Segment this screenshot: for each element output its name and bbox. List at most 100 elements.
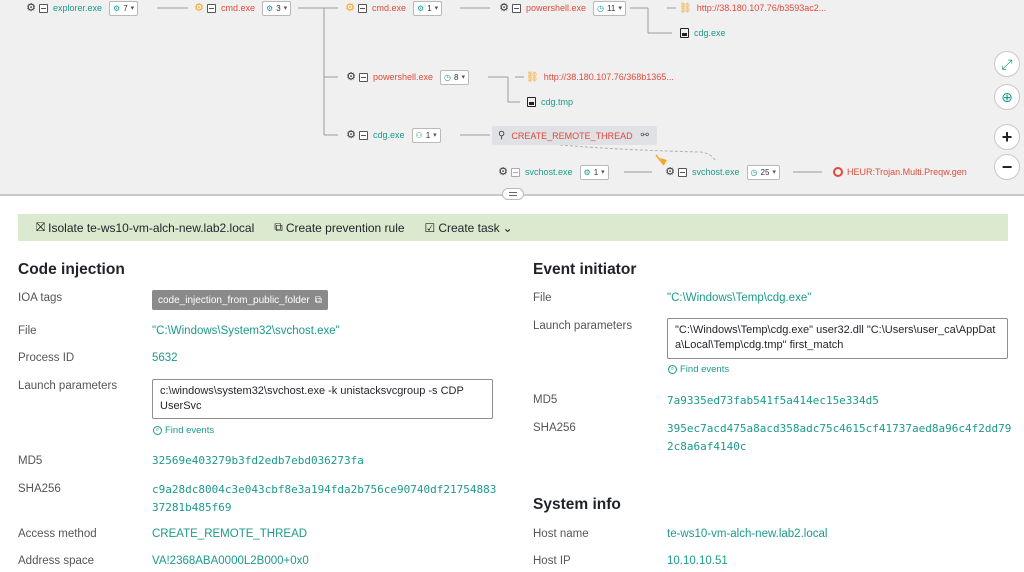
clock-icon: ◷ [750,167,758,177]
initiator-md5-value[interactable]: 7a9335ed73fab541f5a414ec15e334d5 [667,392,879,410]
chevron-down-icon: ▾ [433,132,437,139]
host-name-label: Host name [533,528,589,540]
file-label: File [18,325,37,337]
zoom-out-button[interactable]: − [994,154,1020,180]
host-ip-value[interactable]: 10.10.10.51 [667,555,728,567]
link-icon[interactable]: ⚯ [641,130,649,141]
initiator-sha256-value[interactable]: 395ec7acd475a8acd358adc75c4615cf41737aed… [667,420,1012,456]
sha256-label: SHA256 [18,483,61,495]
initiator-launch-box[interactable]: "C:\Windows\Temp\cdg.exe" user32.dll "C:… [667,318,1008,359]
node-cmd-2[interactable]: ⚙ cmd.exe ⚙ 1 ▾ [344,0,443,16]
zoom-in-button[interactable]: + [994,124,1020,150]
collapse-icon[interactable] [511,167,520,177]
collapse-icon[interactable] [39,3,48,13]
collapse-icon[interactable] [358,3,367,13]
gear-icon: ⚙ [266,3,274,13]
node-url-1[interactable]: ⛓ http://38.180.107.76/b3593ac2... [679,0,826,16]
child-count-select[interactable]: ◷ 8 ▾ [440,69,469,85]
gear-icon: ⚙ [26,1,36,14]
section-title-event-initiator: Event initiator [533,261,637,278]
chevron-down-icon: ▾ [130,5,135,12]
ioa-tag[interactable]: code_injection_from_public_folder ⧉ [152,290,328,310]
gear-icon: ⚙ [346,128,356,141]
node-detection[interactable]: HEUR:Trojan.Multi.Preqw.gen [833,164,967,180]
hierarchy-icon: ⚇ [415,130,423,140]
create-task-button[interactable]: ☑ Create task ⌄ [425,221,513,235]
action-toolbar: ⛝ Isolate te-ws10-vm-alch-new.lab2.local… [18,214,1008,241]
isolate-button[interactable]: ⛝ Isolate te-ws10-vm-alch-new.lab2.local [36,220,254,235]
node-name[interactable]: cdg.exe [694,28,726,38]
external-link-icon: ⧉ [314,294,322,306]
child-count-select[interactable]: ⚙ 1 ▾ [579,164,609,180]
zoom-in-icon: + [1001,126,1013,147]
host-name-value[interactable]: te-ws10-vm-alch-new.lab2.local [667,528,827,540]
event-label[interactable]: CREATE_REMOTE_THREAD [511,131,632,141]
access-method-value[interactable]: CREATE_REMOTE_THREAD [152,528,307,540]
node-powershell-2[interactable]: ⚙ powershell.exe ◷ 8 ▾ [345,69,469,85]
node-name[interactable]: svchost.exe [692,167,740,177]
initiator-file-value[interactable]: "C:\Windows\Temp\cdg.exe" [667,292,811,304]
md5-value[interactable]: 32569e403279b3fd2edb7ebd036273fa [152,452,364,470]
node-url-2[interactable]: ⛓ http://38.180.107.76/368b1365... [526,69,674,85]
child-count-select[interactable]: ⚙ 3 ▾ [262,0,292,16]
find-events-link[interactable]: ⌕ Find events [153,425,214,436]
section-title-code-injection: Code injection [18,261,125,278]
collapse-icon[interactable] [207,3,216,13]
node-svchost-1[interactable]: ⚙ svchost.exe ⚙ 1 ▾ [497,164,609,180]
sha256-value[interactable]: c9a28dc8004c3e043cbf8e3a194fda2b756ce907… [152,481,497,517]
center-view-button[interactable]: ⊕ [994,84,1020,110]
node-powershell-1[interactable]: ⚙ powershell.exe ◷ 11 ▾ [498,0,626,16]
node-name[interactable]: explorer.exe [53,3,102,13]
process-id-label: Process ID [18,352,75,364]
collapse-icon[interactable] [512,3,521,13]
node-url[interactable]: http://38.180.107.76/368b1365... [544,72,674,82]
gear-icon: ⚙ [346,70,356,83]
section-title-system-info: System info [533,496,621,513]
child-count-select[interactable]: ⚇ 1 ▾ [411,127,441,143]
detection-label[interactable]: HEUR:Trojan.Multi.Preqw.gen [847,167,967,177]
child-count: 3 [276,3,281,13]
launch-params-box[interactable]: c:\windows\system32\svchost.exe -k unist… [152,379,493,419]
node-name[interactable]: svchost.exe [525,167,573,177]
node-cmd-1[interactable]: ⚙ cmd.exe ⚙ 3 ▾ [193,0,292,16]
node-name[interactable]: cmd.exe [221,3,255,13]
node-name[interactable]: cdg.tmp [541,97,573,107]
child-count-select[interactable]: ⚙ 7 ▾ [109,0,139,16]
gear-icon: ⚙ [417,3,425,13]
child-count-select[interactable]: ◷ 11 ▾ [593,0,626,16]
node-file-cdg-tmp[interactable]: cdg.tmp [527,94,573,110]
node-name[interactable]: powershell.exe [526,3,586,13]
isolate-icon: ⛝ [36,220,46,234]
initiator-find-events-link[interactable]: ⌕ Find events [668,364,729,375]
chevron-down-icon: ▾ [461,74,465,81]
fit-view-button[interactable]: ⤢ [994,51,1020,77]
initiator-sha256-label: SHA256 [533,422,576,434]
collapse-icon[interactable] [678,167,687,177]
process-graph[interactable]: ⚙ explorer.exe ⚙ 7 ▾ ⚙ cmd.exe ⚙ 3 ▾ ⚙ c… [0,0,1024,194]
node-explorer[interactable]: ⚙ explorer.exe ⚙ 7 ▾ [25,0,139,16]
address-space-label: Address space [18,555,95,567]
target-icon: ⊕ [1001,88,1013,105]
event-create-remote-thread[interactable]: ⚲ CREATE_REMOTE_THREAD ⚯ [492,126,657,145]
node-name[interactable]: powershell.exe [373,72,433,82]
resize-handle[interactable] [502,188,524,200]
file-value[interactable]: "C:\Windows\System32\svchost.exe" [152,325,340,337]
node-cdg[interactable]: ⚙ cdg.exe ⚇ 1 ▾ [345,127,441,143]
chevron-down-icon: ▾ [601,169,605,176]
process-id-value[interactable]: 5632 [152,352,178,364]
node-name[interactable]: cmd.exe [372,3,406,13]
ioa-tags-label: IOA tags [18,292,63,304]
collapse-icon[interactable] [359,130,368,140]
node-name[interactable]: cdg.exe [373,130,405,140]
child-count: 25 [760,167,770,177]
collapse-icon[interactable] [359,72,368,82]
child-count-select[interactable]: ⚙ 1 ▾ [413,0,443,16]
node-url[interactable]: http://38.180.107.76/b3593ac2... [697,3,827,13]
child-count-select[interactable]: ◷ 25 ▾ [746,164,780,180]
clock-icon: ◷ [444,72,452,82]
create-prevention-rule-button[interactable]: ⧉ Create prevention rule [274,220,404,235]
node-file-cdg-exe[interactable]: cdg.exe [680,25,726,41]
search-icon: ⌕ [668,365,677,374]
address-space-value[interactable]: VA!2368ABA0000L2B000+0x0 [152,555,309,567]
node-svchost-2[interactable]: ⚙ svchost.exe ◷ 25 ▾ [664,164,780,180]
